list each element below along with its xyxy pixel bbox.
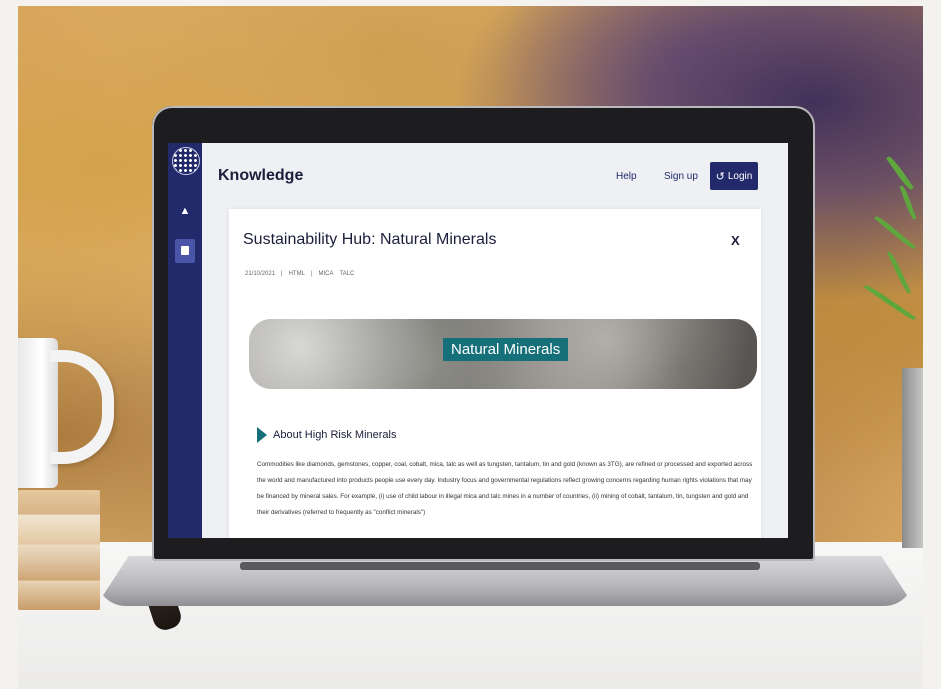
login-button[interactable]: ↺ Login xyxy=(710,162,758,190)
meta-tag[interactable]: TALC xyxy=(340,271,355,277)
laptop-hinge xyxy=(240,562,760,570)
home-icon[interactable]: ▲ xyxy=(175,201,195,221)
plant-pot-image xyxy=(902,368,923,548)
meta-separator: | xyxy=(310,271,313,277)
login-label: Login xyxy=(727,170,753,182)
section-title: About High Risk Minerals xyxy=(273,429,397,441)
book-stack-image xyxy=(18,490,100,610)
login-icon: ↺ xyxy=(715,170,725,183)
meta-tag[interactable]: MICA xyxy=(319,271,334,277)
meta-date: 21/10/2021 xyxy=(245,271,276,277)
meta-tag[interactable]: HTML xyxy=(289,271,305,277)
section-arrow-icon xyxy=(257,427,267,443)
article-banner: Natural Minerals xyxy=(249,319,757,389)
banner-label: Natural Minerals xyxy=(443,338,569,361)
brand-title[interactable]: Knowledge xyxy=(218,167,303,185)
meta-separator: | xyxy=(281,271,283,277)
close-button[interactable]: X xyxy=(731,233,740,248)
signup-link[interactable]: Sign up xyxy=(664,171,698,182)
help-link[interactable]: Help xyxy=(616,171,637,182)
article-body: Commodities like diamonds, gemstones, co… xyxy=(257,461,753,516)
logo-icon[interactable] xyxy=(172,147,200,175)
sidebar: ▲ xyxy=(168,143,202,538)
article-card: Sustainability Hub: Natural Minerals X 2… xyxy=(229,209,761,538)
article-title: Sustainability Hub: Natural Minerals xyxy=(243,231,497,248)
laptop-screen: ▲ Knowledge Help Sign up ↺ Login Sustain… xyxy=(168,143,788,538)
book-icon[interactable] xyxy=(175,239,195,263)
top-header: Knowledge Help Sign up ↺ Login xyxy=(202,143,788,207)
article-meta: 21/10/2021 | HTML | MICA TALC xyxy=(245,271,354,277)
